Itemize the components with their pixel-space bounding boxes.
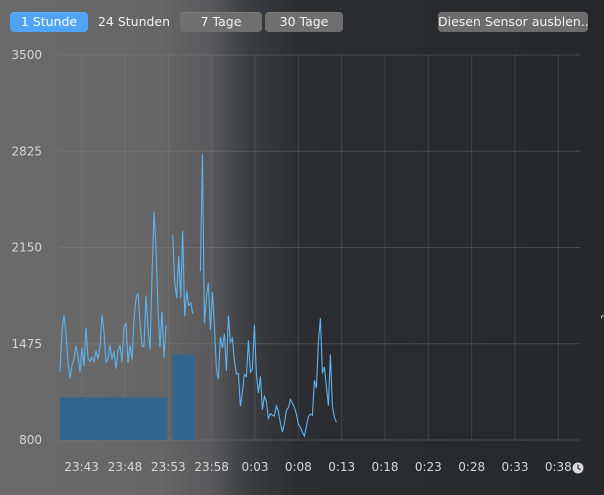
window-edge-glyph: ⌐ xyxy=(600,310,604,324)
x-tick-label: 0:33 xyxy=(502,460,529,474)
x-tick-label: 0:08 xyxy=(285,460,312,474)
sensor-area-chart: 3500 2825 2150 1475 800 23:43 23:48 23:53 23:58… xyxy=(11,48,584,474)
series-line-segment xyxy=(199,154,337,438)
y-tick-label: 3500 xyxy=(11,48,42,62)
x-axis-ticks: 23:43 23:48 23:53 23:58 0:03 0:08 0:13 0:18 0:23… xyxy=(64,460,571,474)
x-tick-label: 0:23 xyxy=(415,460,442,474)
x-tick-label: 23:43 xyxy=(64,460,99,474)
x-tick-label: 0:18 xyxy=(372,460,399,474)
series-line-segment xyxy=(172,230,194,317)
chart-area-series xyxy=(59,154,337,440)
x-tick-label: 23:58 xyxy=(194,460,229,474)
y-tick-label: 800 xyxy=(19,433,42,447)
x-tick-label: 23:53 xyxy=(151,460,186,474)
y-axis-ticks: 3500 2825 2150 1475 800 xyxy=(11,48,42,447)
series-line-segment xyxy=(59,211,167,379)
area-fill-segment xyxy=(172,354,195,440)
x-tick-label: 0:13 xyxy=(328,460,355,474)
x-tick-label: 23:48 xyxy=(108,460,143,474)
y-tick-label: 1475 xyxy=(11,337,42,351)
clock-icon[interactable] xyxy=(572,462,584,474)
x-tick-label: 0:28 xyxy=(458,460,485,474)
area-fill-segment xyxy=(60,397,168,440)
y-tick-label: 2825 xyxy=(11,144,42,158)
x-tick-label: 0:38 xyxy=(545,460,572,474)
y-tick-label: 2150 xyxy=(11,241,42,255)
chart-grid xyxy=(60,54,580,441)
x-tick-label: 0:03 xyxy=(242,460,269,474)
